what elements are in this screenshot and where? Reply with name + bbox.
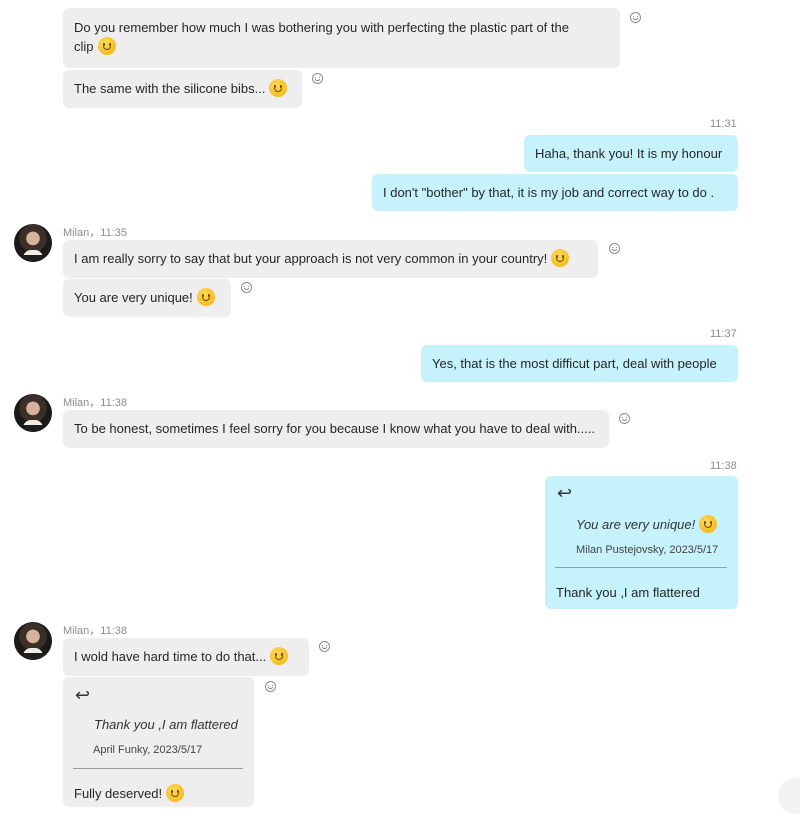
message-text: Thank you ,I am flattered	[556, 585, 700, 600]
message-text: You are very unique!	[74, 290, 193, 305]
avatar[interactable]	[14, 394, 52, 432]
message-text: Yes, that is the most difficut part, dea…	[432, 356, 717, 371]
message-text: I don't "bother" by that, it is my job a…	[383, 185, 715, 200]
timestamp: 11:31	[710, 118, 737, 130]
sender-label: Milan，11:38	[63, 397, 127, 409]
message-text: clip	[74, 37, 609, 56]
quoted-message-text: You are very unique!	[576, 515, 718, 534]
quoted-message-text: Thank you ,I am flattered	[94, 717, 238, 732]
add-reaction-icon[interactable]	[609, 243, 620, 254]
add-reaction-icon[interactable]	[619, 413, 630, 424]
smile-emoji-icon	[270, 647, 289, 665]
quoted-message-meta: April Funky, 2023/5/17	[93, 744, 203, 756]
smile-emoji-icon	[196, 288, 215, 306]
message-text: I am really sorry to say that but your a…	[74, 251, 548, 266]
sender-label: Milan，11:38	[63, 625, 127, 637]
message-bubble[interactable]: I wold have hard time to do that...	[63, 638, 309, 676]
message-text: The same with the silicone bibs...	[74, 81, 266, 96]
add-reaction-icon[interactable]	[630, 12, 641, 23]
reply-bubble[interactable]: ↩ You are very unique! Milan Pustejovsky…	[545, 476, 738, 609]
reply-arrow-icon: ↩	[75, 685, 91, 705]
reply-bubble[interactable]: ↩ Thank you ,I am flattered April Funky,…	[63, 677, 254, 807]
add-reaction-icon[interactable]	[319, 641, 330, 652]
message-text: Haha, thank you! It is my honour	[535, 146, 723, 161]
message-bubble[interactable]: I am really sorry to say that but your a…	[63, 240, 598, 278]
sender-label: Milan，11:35	[63, 227, 127, 239]
add-reaction-icon[interactable]	[265, 681, 276, 692]
message-bubble[interactable]: You are very unique!	[63, 279, 231, 317]
message-text: To be honest, sometimes I feel sorry for…	[74, 421, 595, 436]
avatar[interactable]	[14, 224, 52, 262]
timestamp: 11:38	[710, 460, 737, 472]
smile-emoji-icon	[97, 37, 116, 55]
timestamp: 11:37	[710, 328, 737, 340]
message-bubble[interactable]: Yes, that is the most difficut part, dea…	[421, 345, 738, 382]
smile-emoji-icon	[269, 79, 288, 97]
message-text: I wold have hard time to do that...	[74, 649, 267, 664]
smile-emoji-icon	[699, 515, 718, 533]
message-text: Do you remember how much I was bothering…	[74, 20, 569, 35]
message-bubble[interactable]: Haha, thank you! It is my honour	[524, 135, 738, 172]
reply-arrow-icon: ↩	[557, 483, 573, 503]
message-bubble[interactable]: I don't "bother" by that, it is my job a…	[372, 174, 738, 211]
smile-emoji-icon	[166, 784, 185, 802]
message-bubble[interactable]: To be honest, sometimes I feel sorry for…	[63, 410, 609, 448]
avatar[interactable]	[14, 622, 52, 660]
message-bubble[interactable]: The same with the silicone bibs...	[63, 70, 302, 108]
message-text: Fully deserved!	[74, 784, 185, 803]
add-reaction-icon[interactable]	[312, 73, 323, 84]
quote-divider	[555, 567, 727, 568]
quote-divider	[73, 768, 243, 769]
smile-emoji-icon	[551, 249, 570, 267]
scroll-to-bottom-button[interactable]	[778, 778, 800, 814]
message-bubble[interactable]: Do you remember how much I was bothering…	[63, 8, 620, 68]
quoted-message-meta: Milan Pustejovsky, 2023/5/17	[576, 544, 719, 556]
add-reaction-icon[interactable]	[241, 282, 252, 293]
